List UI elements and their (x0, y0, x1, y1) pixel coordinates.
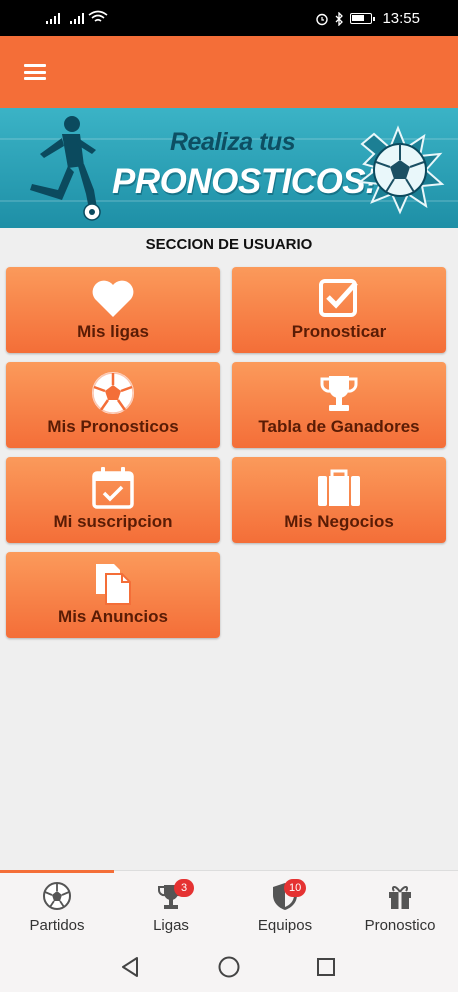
home-icon[interactable] (216, 954, 242, 980)
equipos-badge: 10 (284, 879, 307, 897)
nav-label: Equipos (257, 917, 313, 934)
nav-label: Ligas (153, 917, 189, 934)
mis-anuncios-tile[interactable]: Mis Anuncios (6, 552, 220, 638)
hamburger-menu-icon[interactable] (24, 64, 46, 80)
nav-label: Partidos (29, 917, 85, 934)
tabla-ganadores-tile[interactable]: Tabla de Ganadores (232, 362, 446, 448)
mi-suscripcion-tile[interactable]: Mi suscripcion (6, 457, 220, 543)
trophy-icon (320, 376, 358, 411)
calendar-check-icon (92, 467, 134, 509)
mis-ligas-tile[interactable]: Mis ligas (6, 267, 220, 353)
pronosticar-tile[interactable]: Pronosticar (232, 267, 446, 353)
tile-label: Mis Anuncios (58, 607, 168, 626)
heart-icon (92, 280, 134, 317)
nav-item-partidos[interactable]: Partidos (0, 871, 114, 943)
nav-item-equipos[interactable]: 10 Equipos (228, 871, 342, 943)
recents-icon[interactable] (313, 954, 339, 980)
tile-label: Mis Negocios (284, 512, 394, 531)
suitcase-icon (318, 469, 360, 506)
signal-icon (70, 12, 84, 24)
tile-label: Mis Pronosticos (47, 417, 179, 436)
soccer-ball-icon (92, 372, 134, 414)
mis-pronosticos-tile[interactable]: Mis Pronosticos (6, 362, 220, 448)
bluetooth-icon (335, 11, 344, 26)
documents-icon (96, 564, 131, 605)
back-icon[interactable] (117, 954, 143, 980)
soccer-ball-icon (357, 125, 445, 215)
nav-item-ligas[interactable]: 3 Ligas (114, 871, 228, 943)
system-navigation-bar (0, 942, 458, 992)
status-time: 13:55 (382, 10, 420, 27)
checkbox-icon (319, 279, 358, 317)
nav-item-pronostico[interactable]: Pronostico (342, 871, 458, 943)
battery-icon (350, 13, 376, 24)
tile-label: Mi suscripcion (53, 512, 173, 531)
promo-banner: Realiza tus PRONOSTICOS!!! (0, 108, 458, 228)
status-bar: 13:55 (0, 0, 458, 36)
section-title: SECCION DE USUARIO (145, 236, 313, 253)
gift-icon (389, 886, 411, 909)
tile-label: Tabla de Ganadores (258, 417, 420, 436)
soccer-player-icon (30, 116, 101, 221)
mis-negocios-tile[interactable]: Mis Negocios (232, 457, 446, 543)
app-bar (0, 36, 458, 108)
wifi-icon (88, 10, 108, 22)
ligas-badge: 3 (174, 879, 194, 897)
tile-label: Pronosticar (291, 322, 387, 341)
banner-line1: Realiza tus (170, 128, 296, 156)
bottom-navigation: Partidos 3 Ligas 10 Equipos Pronostico (0, 870, 458, 942)
tile-label: Mis ligas (77, 322, 149, 341)
nav-label: Pronostico (364, 917, 436, 934)
alarm-icon (316, 13, 329, 25)
soccer-ball-icon (43, 882, 71, 910)
signal-icon (46, 12, 60, 24)
